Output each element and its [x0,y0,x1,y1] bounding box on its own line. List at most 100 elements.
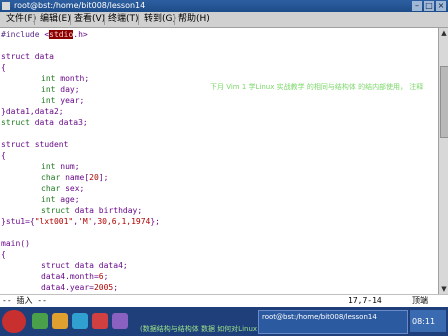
mail-icon[interactable] [52,313,68,329]
menu-edit[interactable]: 编辑(E) [40,13,71,26]
code-line: { [1,249,6,260]
code-line: { [1,62,6,73]
string-literal: 'M' [78,217,93,226]
code-text: main() [1,239,30,248]
scroll-up-icon[interactable]: ▲ [439,28,448,38]
settings-icon[interactable] [112,313,128,329]
code-text: ; [113,283,119,292]
window-titlebar: root@bst:/home/bit008/lesson14 – □ × [0,0,448,12]
browser-icon[interactable] [32,313,48,329]
menu-help[interactable]: 帮助(H) [178,13,210,26]
menu-view[interactable]: 查看(V) [74,13,105,26]
code-editor[interactable]: #include <stdio.h> struct data { int mon… [0,28,438,294]
code-line: struct data data4; [41,260,128,271]
keyword: int [41,74,56,83]
scrollbar-thumb[interactable] [440,66,448,138]
maximize-button[interactable]: □ [424,1,434,11]
code-text: age; [55,195,80,204]
menu-terminal[interactable]: 终端(T) [108,13,139,26]
code-line: int num; [41,161,80,172]
code-line: struct student [1,139,68,150]
menu-file[interactable]: 文件(F) [6,13,36,26]
number-literal: 20 [89,173,99,182]
code-text: }stu1={ [1,217,35,226]
cursor-highlight: stdio [49,30,74,39]
code-text: name[ [60,173,90,182]
code-text: year; [55,96,85,105]
code-line: char name[20]; [41,172,108,183]
close-button[interactable]: × [436,1,446,11]
code-line: main() [1,238,30,249]
include-directive: #include [1,30,40,39]
code-line: { [1,150,6,161]
menu-separator [104,14,105,25]
keyword: int [41,96,56,105]
code-line: struct data [1,51,54,62]
code-line: data4.year=2005; [41,282,118,293]
vertical-scrollbar[interactable]: ▲ ▼ [438,28,448,294]
code-text: day; [55,85,80,94]
code-text: num; [55,162,80,171]
code-text: month; [55,74,90,83]
code-text: < [39,30,50,39]
mode-indicator: -- 插入 -- [2,296,47,305]
code-line: #include <stdio.h> [1,29,88,40]
code-text: struct student [1,140,69,149]
taskbar: (数据结构与结构体 数据 如何对Linux 如何 对数据 结构 加以注解) ro… [0,307,448,336]
taskbar-window-button[interactable]: root@bst:/home/bit008/lesson14 [258,310,408,334]
scroll-down-icon[interactable]: ▼ [439,284,448,294]
keyword: char [41,173,61,182]
code-text: data birthday; [69,206,143,215]
clock-time: 08:11 [412,317,436,326]
keyword: int [41,162,56,171]
code-text: struct data [1,52,54,61]
code-line: char sex; [41,183,84,194]
window-title: root@bst:/home/bit008/lesson14 [14,1,146,10]
code-text: sex; [60,184,85,193]
menu-bar: 文件(F) 编辑(E) 查看(V) 终端(T) 转到(G) 帮助(H) [0,12,448,28]
string-literal: "lxt001" [34,217,74,226]
code-line: int age; [41,194,80,205]
menu-separator [70,14,71,25]
code-line: int month; [41,73,89,84]
number-literal: 30,6,1,1974 [97,217,151,226]
keyword: int [41,85,56,94]
terminal-icon [2,2,10,10]
vim-status-line: -- 插入 -- 17,7-14 顶端 [0,294,448,307]
menu-separator [138,14,139,25]
code-text: }; [150,217,160,226]
code-text: { [1,250,6,259]
minimize-button[interactable]: – [412,1,422,11]
cursor-position: 17,7-14 [348,296,382,305]
code-line: struct data data3; [1,117,88,128]
menu-separator [174,14,175,25]
code-line: int year; [41,95,84,106]
code-line: struct data birthday; [41,205,142,216]
menu-goto[interactable]: 转到(G) [144,13,176,26]
clock: 08:11 [410,310,446,332]
menu-separator [34,14,35,25]
keyword: struct [1,118,30,127]
code-text: { [1,63,6,72]
office-icon[interactable] [92,313,108,329]
code-line: }stu1={"lxt001",'M',30,6,1,1974}; [1,216,160,227]
code-text: }data1,data2; [1,107,64,116]
code-text: data4.year= [41,283,94,292]
keyword: int [41,195,56,204]
keyword: struct [41,206,70,215]
subtitle-overlay: 下月 Vim 1 学Linux 实战教学 的相同与结构体 的结内部使用， 注释 [210,83,424,91]
code-text: data data3; [29,118,88,127]
code-text: struct data data4; [41,261,128,270]
code-text: { [1,151,6,160]
code-text: data4.month= [41,272,99,281]
code-text: ; [103,272,109,281]
code-line: }data1,data2; [1,106,64,117]
keyword: char [41,184,61,193]
code-line: int day; [41,84,80,95]
scroll-position: 顶端 [412,296,428,305]
code-text: ]; [98,173,109,182]
taskbar-window-label: root@bst:/home/bit008/lesson14 [262,313,377,321]
start-menu-icon[interactable] [2,310,26,333]
files-icon[interactable] [72,313,88,329]
number-literal: 2005 [93,283,114,292]
